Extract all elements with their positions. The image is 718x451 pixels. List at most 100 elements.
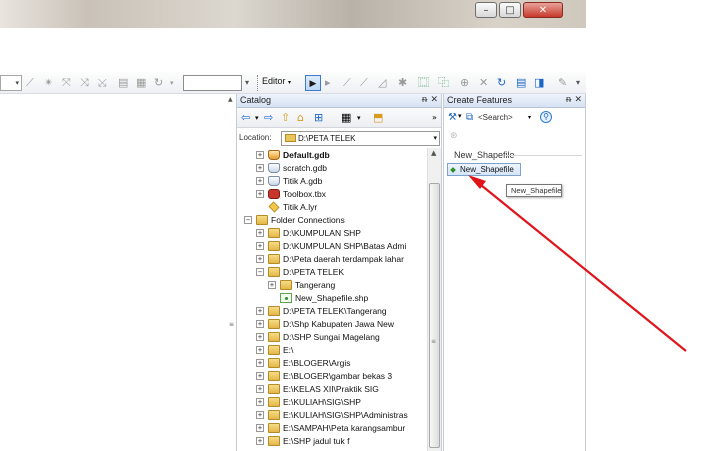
toggle-contents-icon[interactable]: ⬒ xyxy=(373,111,383,125)
tree-item[interactable]: + E:\BLOGER\gambar bekas 3 xyxy=(256,369,392,382)
attributes-icon[interactable]: ▤ xyxy=(516,76,526,90)
expand-icon[interactable]: + xyxy=(256,176,264,185)
pin-icon[interactable]: ᵰ xyxy=(422,94,427,107)
expand-icon[interactable]: + xyxy=(256,332,264,341)
expand-icon[interactable]: + xyxy=(256,254,264,263)
catalog-scrollbar[interactable]: ▲ ≡ xyxy=(427,148,441,451)
tree-item[interactable]: − Folder Connections xyxy=(244,213,345,226)
georef-tool-icon[interactable]: ⤨ xyxy=(80,76,89,90)
scroll-up-icon[interactable]: ▲ xyxy=(431,149,436,157)
georef-tool-icon[interactable]: ⤩ xyxy=(98,76,107,90)
overflow-icon[interactable]: » xyxy=(432,111,437,125)
expand-icon[interactable]: + xyxy=(256,384,264,393)
expand-icon[interactable]: + xyxy=(256,436,264,445)
vertex-icon[interactable]: ✱ xyxy=(398,76,407,90)
tree-item[interactable]: + E:\ xyxy=(256,343,293,356)
endpoint-arc-icon[interactable]: ⟋ xyxy=(360,76,368,90)
tree-item[interactable]: + E:\BLOGER\Argis xyxy=(256,356,351,369)
tree-item[interactable]: + D:\PETA TELEK\Tangerang xyxy=(256,304,387,317)
toolbar-options-icon[interactable]: ▾ xyxy=(245,76,249,90)
expand-icon[interactable]: + xyxy=(256,241,264,250)
expand-icon[interactable]: + xyxy=(256,150,264,159)
sketch-properties-icon[interactable]: ◨ xyxy=(534,76,544,90)
view-options-icon[interactable]: ▦ xyxy=(341,111,351,125)
search-icon[interactable]: ⚲ xyxy=(540,111,552,123)
collapse-icon[interactable]: − xyxy=(244,215,252,224)
edit-vertices-icon[interactable]: ⿴ xyxy=(418,76,429,90)
expand-icon[interactable]: + xyxy=(256,397,264,406)
chevron-down-icon[interactable]: ▾ xyxy=(433,132,437,145)
tree-item[interactable]: − D:\PETA TELEK xyxy=(256,265,344,278)
edit-tool-icon[interactable]: ▶ xyxy=(305,75,321,91)
organize-templates-icon[interactable]: ⚒ xyxy=(448,112,457,123)
georef-tool-icon[interactable]: ⤧ xyxy=(62,76,71,90)
edit-annotation-icon[interactable]: ▸ xyxy=(325,76,331,90)
grid-icon[interactable]: ▦ xyxy=(136,76,146,90)
back-icon[interactable]: ⇦ xyxy=(241,111,250,125)
layer-dropdown[interactable]: ▾ xyxy=(0,75,22,91)
tree-item[interactable]: New_Shapefile.shp xyxy=(268,291,368,304)
editor-menu-button[interactable]: Editor ▾ xyxy=(262,76,291,86)
expand-icon[interactable]: + xyxy=(256,371,264,380)
expand-icon[interactable]: + xyxy=(256,189,264,198)
tree-item[interactable]: + Titik A.gdb xyxy=(256,174,322,187)
feature-template-new-shapefile[interactable]: New_Shapefile xyxy=(447,163,521,176)
expand-icon[interactable]: + xyxy=(256,345,264,354)
tree-item[interactable]: + E:\KULIAH\SIG\SHP xyxy=(256,395,361,408)
tree-item[interactable]: + Toolbox.tbx xyxy=(256,187,326,200)
forward-icon[interactable]: ⇨ xyxy=(264,111,273,125)
tree-item[interactable]: + D:\Peta daerah terdampak lahar xyxy=(256,252,404,265)
expand-icon[interactable]: + xyxy=(256,228,264,237)
rotate-feature-icon[interactable]: ↻ xyxy=(497,76,506,90)
reshape-icon[interactable]: ⿻ xyxy=(438,76,449,90)
chevron-down-icon[interactable]: ▾ xyxy=(528,114,531,121)
minimize-button[interactable]: – xyxy=(475,2,497,18)
tree-item[interactable]: + scratch.gdb xyxy=(256,161,327,174)
dropdown-arrow-icon[interactable]: ▾ xyxy=(170,76,174,90)
up-one-level-icon[interactable]: ⇧ xyxy=(281,111,290,125)
location-combobox[interactable]: D:\PETA TELEK ▾ xyxy=(281,131,440,146)
tree-item[interactable]: + Default.gdb xyxy=(256,148,330,161)
template-group-icon[interactable]: ⧉ xyxy=(466,112,473,123)
expand-icon[interactable]: + xyxy=(256,410,264,419)
tree-item[interactable]: + D:\Shp Kabupaten Jawa New xyxy=(256,317,394,330)
connect-folder-icon[interactable]: ⊞ xyxy=(314,111,323,125)
expand-icon[interactable]: + xyxy=(256,306,264,315)
dropdown-arrow-icon[interactable]: ▾ xyxy=(255,111,259,125)
expand-icon[interactable]: + xyxy=(256,358,264,367)
tree-item[interactable]: Titik A.lyr xyxy=(256,200,317,213)
expand-icon[interactable]: + xyxy=(256,319,264,328)
dropdown-arrow-icon[interactable]: ▾ xyxy=(458,112,462,120)
tree-item[interactable]: + E:\SHP jadul tuk f xyxy=(256,434,349,447)
split-icon[interactable]: ⊕ xyxy=(460,76,469,90)
delete-x-icon[interactable]: ✕ xyxy=(479,76,488,90)
rotate-icon[interactable]: ↻ xyxy=(154,76,163,90)
tree-item[interactable]: + D:\KUMPULAN SHP xyxy=(256,226,361,239)
close-button[interactable]: ✕ xyxy=(523,2,563,18)
scroll-up-icon[interactable]: ▲ xyxy=(228,96,233,103)
georef-tool-icon[interactable]: ⟋ xyxy=(26,76,34,90)
maximize-button[interactable]: □ xyxy=(499,2,521,18)
straight-segment-icon[interactable]: ⟋ xyxy=(343,76,351,90)
construction-tools-icon[interactable]: ◿ xyxy=(378,76,386,90)
template-search-input[interactable]: <Search> xyxy=(478,113,513,122)
link-table-icon[interactable]: ▤ xyxy=(118,76,128,90)
tree-item[interactable]: + E:\KELAS XII\Praktik SIG xyxy=(256,382,379,395)
expand-icon[interactable]: + xyxy=(268,280,276,289)
map-scrollbar[interactable]: ▲ ≡ xyxy=(228,94,235,451)
close-icon[interactable]: ✕ xyxy=(430,94,438,107)
expand-icon[interactable]: + xyxy=(256,423,264,432)
tree-item[interactable]: + D:\SHP Sungai Magelang xyxy=(256,330,380,343)
expand-icon[interactable]: + xyxy=(256,163,264,172)
georef-tool-icon[interactable]: ✴ xyxy=(44,76,53,90)
collapse-icon[interactable]: − xyxy=(256,267,264,276)
pin-icon[interactable]: ᵰ xyxy=(566,94,571,107)
create-features-icon[interactable]: ✎ xyxy=(558,76,567,90)
toolbar-options-icon[interactable]: ▾ xyxy=(576,76,580,90)
tree-item[interactable]: + D:\KUMPULAN SHP\Batas Admi xyxy=(256,239,406,252)
tree-item[interactable]: + E:\SAMPAH\Peta karangsambur xyxy=(256,421,405,434)
toolbar-input[interactable] xyxy=(183,75,242,91)
tree-item[interactable]: + E:\KULIAH\SIG\SHP\Administras xyxy=(256,408,408,421)
scroll-thumb[interactable] xyxy=(429,183,440,448)
dropdown-arrow-icon[interactable]: ▾ xyxy=(357,111,361,125)
